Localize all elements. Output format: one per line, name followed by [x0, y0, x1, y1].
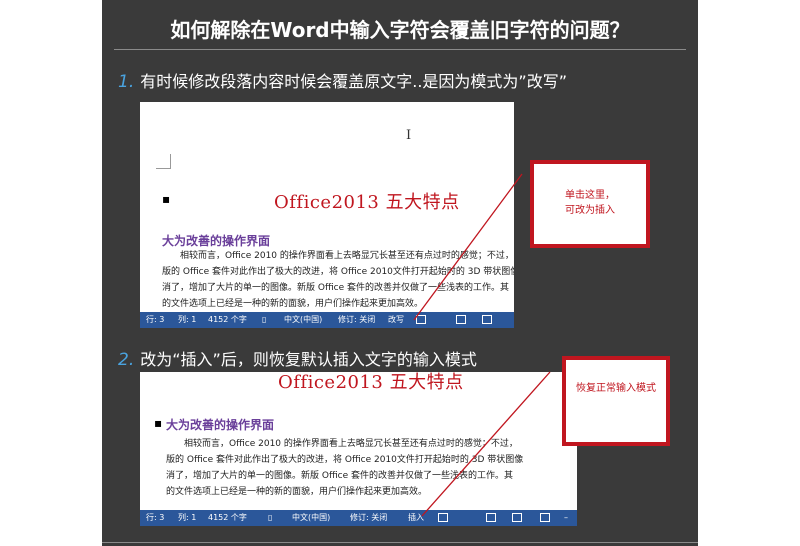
proofing-icon-2[interactable]: ▯: [268, 510, 272, 526]
tutorial-panel: 如何解除在Word中输入字符会覆盖旧字符的问题？ 1. 有时候修改段落内容时候会覆…: [102, 0, 698, 546]
page-corner-mark: [156, 154, 171, 169]
doc-line-2-2: 版的 Office 套件对此作出了极大的改进，将 Office 2010文件打开…: [166, 455, 524, 465]
doc-line-4: 的文件选项上已经是一种的新的面貌，用户们操作起来更加高效。: [162, 299, 424, 309]
status-track-changes-2[interactable]: 修订: 关闭: [350, 510, 387, 526]
doc-line-3: 消了，增加了大片的单一的图像。新版 Office 套件的改善并仅做了一些浅表的工…: [162, 283, 509, 293]
status-language[interactable]: 中文(中国): [284, 312, 322, 328]
text-cursor-icon: I: [406, 128, 412, 143]
status-row[interactable]: 行: 3: [146, 312, 164, 328]
status-col[interactable]: 列: 1: [178, 312, 196, 328]
word-status-bar-2: 行: 3 列: 1 4152 个字 ▯ 中文(中国) 修订: 关闭 插入 –: [140, 510, 577, 526]
status-word-count[interactable]: 4152 个字: [208, 312, 247, 328]
read-mode-icon[interactable]: [456, 312, 466, 328]
zoom-out-icon-2[interactable]: –: [564, 510, 568, 526]
macro-record-icon[interactable]: [416, 312, 426, 328]
status-overtype-mode[interactable]: 改写: [388, 312, 404, 328]
read-mode-icon-2[interactable]: [486, 510, 496, 526]
doc-heading: 大为改善的操作界面: [162, 234, 271, 248]
status-word-count-2[interactable]: 4152 个字: [208, 510, 247, 526]
doc-heading-2: 大为改善的操作界面: [166, 418, 275, 432]
status-language-2[interactable]: 中文(中国): [292, 510, 330, 526]
word-screenshot-overwrite: I ▪ Office2013 五大特点 大为改善的操作界面 相较而言，Offic…: [140, 102, 514, 328]
doc-line-2-1: 相较而言，Office 2010 的操作界面看上去略显冗长甚至还有点过时的感觉；…: [184, 439, 518, 449]
web-layout-icon-2[interactable]: [540, 510, 550, 526]
doc-line-2-3: 消了，增加了大片的单一的图像。新版 Office 套件的改善并仅做了一些浅表的工…: [166, 471, 513, 481]
doc-title: Office2013 五大特点: [274, 192, 460, 213]
print-layout-icon[interactable]: [482, 312, 492, 328]
print-layout-icon-2[interactable]: [512, 510, 522, 526]
doc-title-2: Office2013 五大特点: [278, 372, 464, 393]
title-divider: [114, 49, 686, 50]
bottom-divider: [102, 542, 698, 543]
status-insert-mode[interactable]: 插入: [408, 510, 424, 526]
callout-restore-mode: 恢复正常输入模式: [562, 356, 670, 446]
step-2: 2. 改为“插入”后，则恢复默认插入文字的输入模式: [118, 346, 477, 370]
word-screenshot-insert: Office2013 五大特点 ▪ 大为改善的操作界面 相较而言，Office …: [140, 372, 577, 526]
step-1-number: 1.: [118, 72, 135, 92]
status-col-2[interactable]: 列: 1: [178, 510, 196, 526]
step-1-text: 有时候修改段落内容时候会覆盖原文字..是因为模式为”改写”: [140, 72, 567, 91]
doc-line-2-4: 的文件选项上已经是一种的新的面貌，用户们操作起来更加高效。: [166, 487, 428, 497]
page-title: 如何解除在Word中输入字符会覆盖旧字符的问题？: [170, 18, 630, 42]
proofing-icon[interactable]: ▯: [262, 312, 266, 328]
doc-line-1: 相较而言，Office 2010 的操作界面看上去略显冗长甚至还有点过时的感觉；…: [180, 251, 514, 261]
status-row-2[interactable]: 行: 3: [146, 510, 164, 526]
word-status-bar: 行: 3 列: 1 4152 个字 ▯ 中文(中国) 修订: 关闭 改写: [140, 312, 514, 328]
macro-record-icon-2[interactable]: [438, 510, 448, 526]
doc-line-2: 版的 Office 套件对此作出了极大的改进，将 Office 2010文件打开…: [162, 267, 514, 277]
callout-1-line-1: 单击这里，: [565, 190, 615, 201]
paragraph-bullet-2: ▪: [154, 416, 163, 430]
callout-1-line-2: 可改为插入: [565, 205, 615, 216]
callout-2-line-1: 恢复正常输入模式: [576, 383, 656, 394]
status-track-changes[interactable]: 修订: 关闭: [338, 312, 375, 328]
callout-click-here: 单击这里， 可改为插入: [530, 160, 650, 248]
step-2-text: 改为“插入”后，则恢复默认插入文字的输入模式: [140, 350, 477, 369]
step-2-number: 2.: [118, 350, 135, 370]
step-1: 1. 有时候修改段落内容时候会覆盖原文字..是因为模式为”改写”: [118, 68, 567, 92]
paragraph-bullet: ▪: [162, 192, 171, 206]
